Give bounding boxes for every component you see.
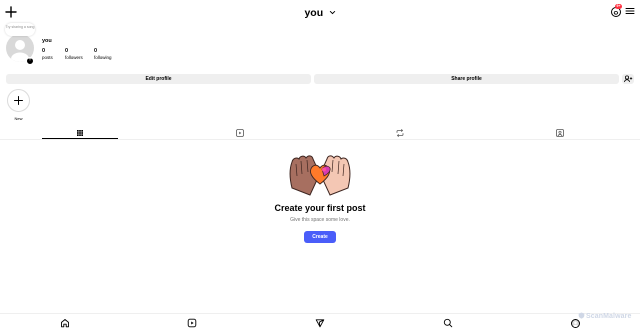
watermark: ScanMalware [578, 312, 631, 320]
reposts-icon [396, 129, 404, 137]
profile-avatar[interactable] [571, 319, 580, 328]
chevron-down-icon [329, 9, 336, 16]
add-person-icon[interactable] [622, 74, 634, 84]
send-icon[interactable] [315, 318, 325, 328]
reels-icon[interactable] [187, 318, 197, 328]
stat-label: followers [65, 55, 83, 60]
new-highlight-label: New [14, 116, 23, 121]
shield-icon [578, 312, 585, 319]
empty-state-subtitle: Give this space some love. [290, 217, 350, 223]
empty-state-title: Create your first post [274, 203, 366, 213]
tagged-icon [556, 129, 564, 137]
tab-reels[interactable] [234, 127, 246, 139]
account-switcher[interactable]: you [0, 4, 640, 22]
stat-following[interactable]: 0 following [94, 48, 112, 60]
reels-icon [236, 129, 244, 137]
divider [0, 139, 640, 140]
watermark-text: ScanMalware [586, 313, 632, 320]
search-icon[interactable] [443, 318, 453, 328]
tab-reposts[interactable] [394, 127, 406, 139]
add-story-icon[interactable]: + [26, 57, 34, 65]
create-post-button[interactable]: Create [304, 231, 336, 243]
stat-count: 0 [94, 48, 98, 54]
tab-tagged[interactable] [554, 127, 566, 139]
stat-followers[interactable]: 0 followers [65, 48, 83, 60]
stat-count: 0 [65, 48, 69, 54]
stat-count: 0 [42, 48, 46, 54]
new-highlight-button[interactable] [7, 89, 30, 112]
edit-profile-button[interactable]: Edit profile [6, 74, 311, 84]
page-title: you [304, 6, 324, 19]
note-bubble[interactable]: Try sharing a song [5, 23, 35, 36]
stat-label: posts [42, 55, 53, 60]
home-icon[interactable] [60, 318, 70, 328]
share-profile-button[interactable]: Share profile [314, 74, 619, 84]
heart-hands-illustration [288, 150, 352, 196]
username: you [42, 38, 52, 44]
notification-badge: 9+ [615, 4, 622, 9]
menu-icon[interactable] [625, 6, 635, 16]
stat-label: following [94, 55, 112, 60]
stat-posts: 0 posts [42, 48, 53, 60]
divider [0, 313, 640, 314]
